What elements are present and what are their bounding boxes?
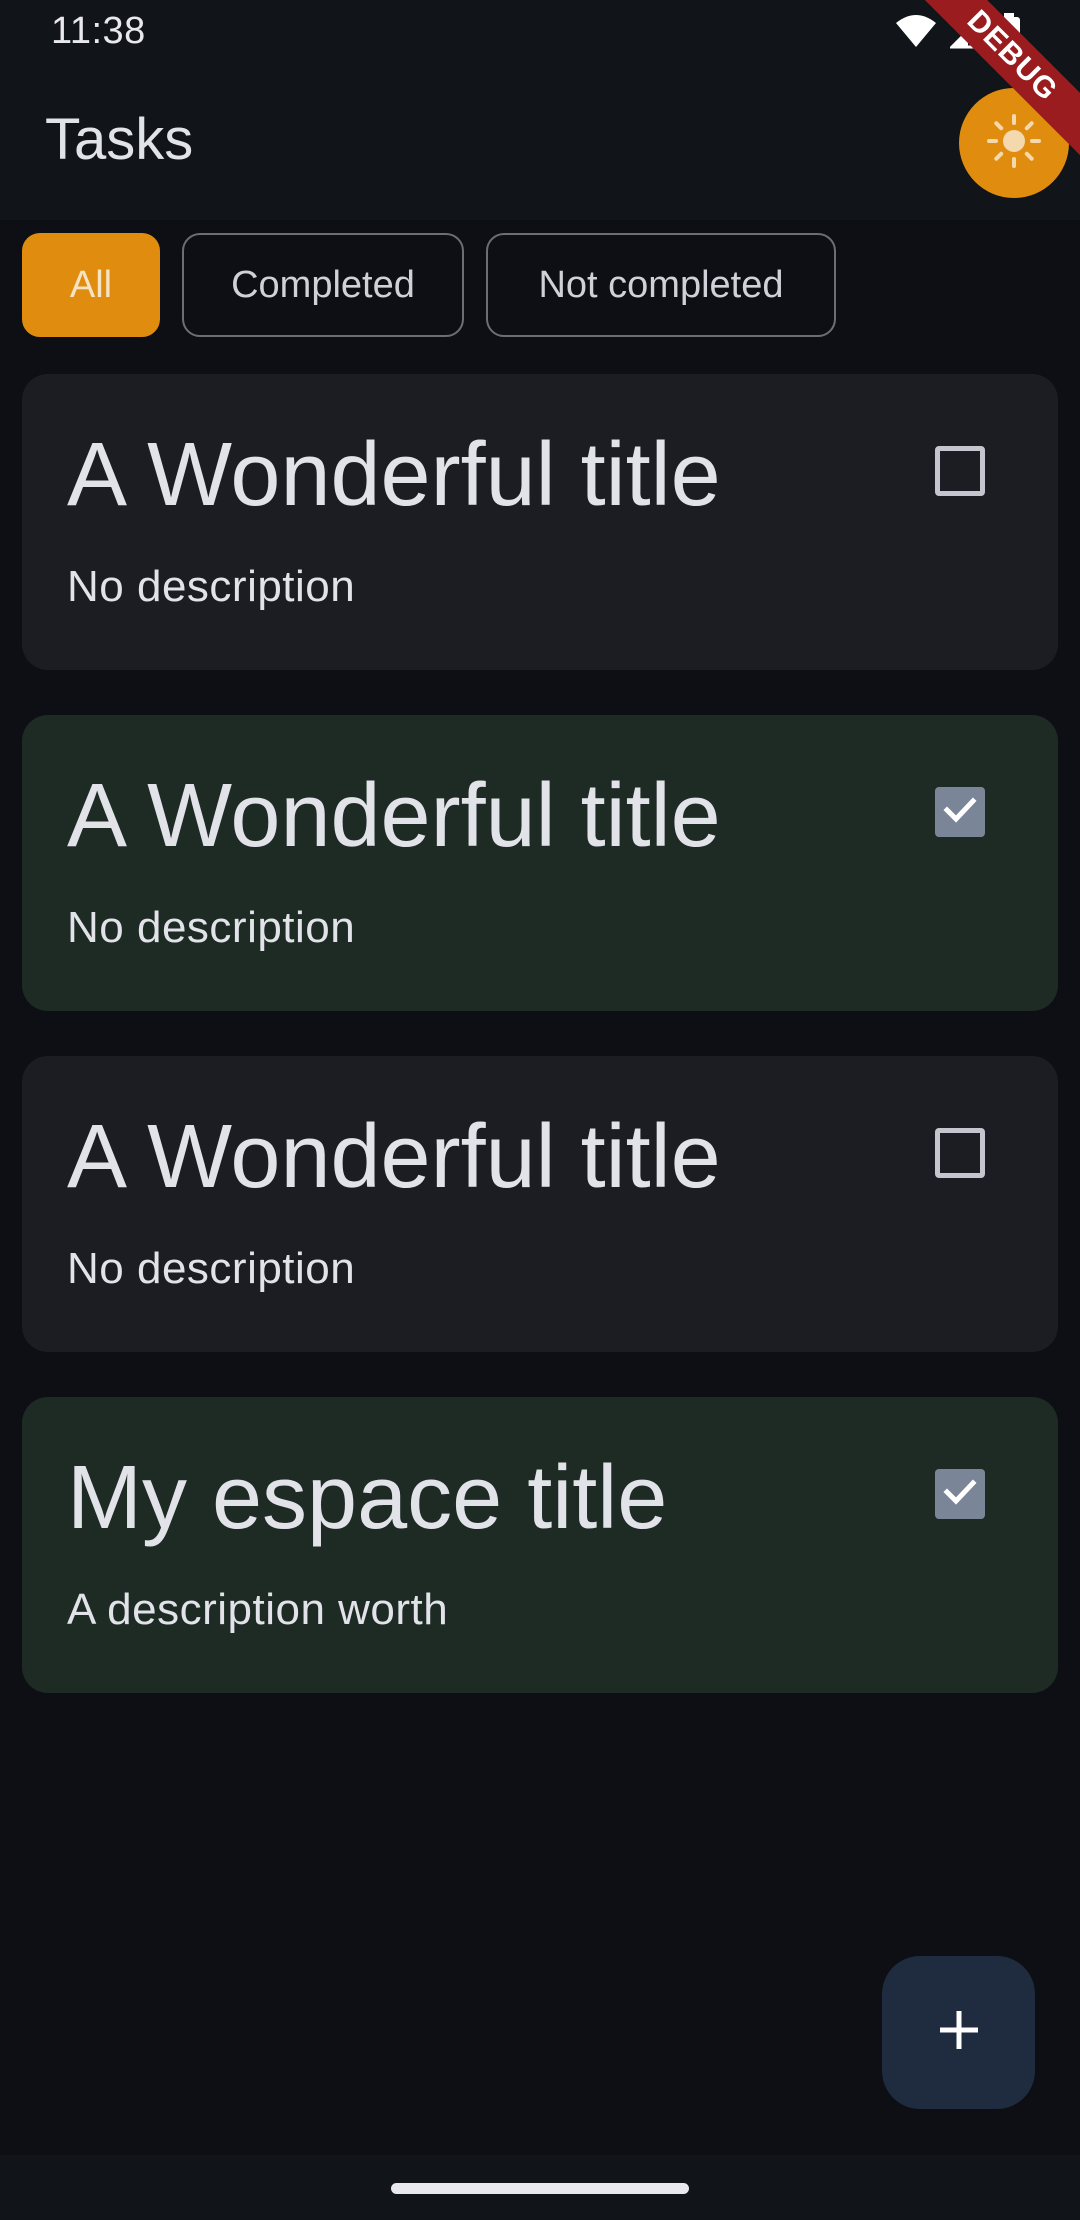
task-card[interactable]: A Wonderful title No description [22,1056,1058,1352]
task-description: No description [67,562,356,611]
task-checkbox[interactable] [935,787,985,837]
filter-chip-not-completed[interactable]: Not completed [486,233,836,337]
home-gesture-handle[interactable] [391,2183,689,2194]
status-icons [896,12,1020,56]
task-list: A Wonderful title No description A Wonde… [22,374,1058,1738]
check-icon [941,791,979,834]
task-card[interactable]: A Wonderful title No description [22,374,1058,670]
wifi-icon [896,14,936,54]
page-title: Tasks [45,107,194,172]
task-checkbox[interactable] [935,1128,985,1178]
task-card[interactable]: A Wonderful title No description [22,715,1058,1011]
task-title: A Wonderful title [67,766,721,866]
battery-icon [998,12,1020,56]
task-checkbox[interactable] [935,1469,985,1519]
task-description: A description worth [67,1585,449,1634]
task-checkbox[interactable] [935,446,985,496]
task-title: A Wonderful title [67,425,721,525]
theme-toggle-button[interactable] [959,88,1069,198]
plus-icon [936,2007,982,2058]
add-task-button[interactable] [882,1956,1035,2109]
task-description: No description [67,1244,356,1293]
signal-icon [948,12,984,54]
task-title: My espace title [67,1448,668,1548]
task-title: A Wonderful title [67,1107,721,1207]
nav-bar [0,2155,1080,2220]
status-bar: 11:38 [0,0,1080,68]
task-card[interactable]: My espace title A description worth [22,1397,1058,1693]
sun-icon [986,113,1042,174]
app-bar: Tasks [0,68,1080,220]
filter-chip-all[interactable]: All [22,233,160,337]
filter-chips: All Completed Not completed [22,233,836,337]
status-time: 11:38 [51,10,146,52]
task-description: No description [67,903,356,952]
check-icon [941,1473,979,1516]
filter-chip-completed[interactable]: Completed [182,233,464,337]
